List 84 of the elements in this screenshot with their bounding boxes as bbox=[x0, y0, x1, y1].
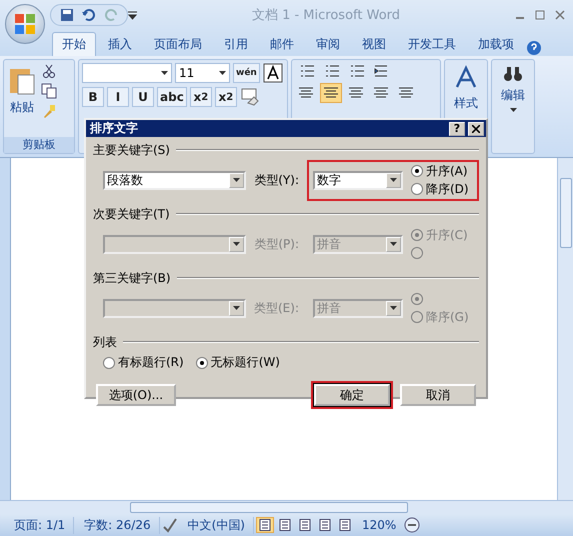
help-icon[interactable] bbox=[526, 40, 542, 56]
radio-label[interactable]: 有标题行(R) bbox=[118, 354, 184, 371]
customize-icon[interactable] bbox=[128, 10, 137, 20]
zoom-out-icon[interactable] bbox=[404, 517, 420, 533]
ribbon-tab[interactable]: 加载项 bbox=[468, 32, 524, 56]
maximize-icon[interactable] bbox=[535, 10, 545, 20]
format-button[interactable]: abc bbox=[157, 87, 187, 107]
caret-icon[interactable] bbox=[233, 178, 240, 182]
align-icon[interactable] bbox=[324, 87, 338, 99]
caret-icon[interactable] bbox=[161, 71, 168, 75]
font-size-field[interactable]: 11 bbox=[175, 63, 230, 83]
binoculars-icon[interactable] bbox=[503, 65, 523, 83]
radio-button[interactable] bbox=[411, 183, 423, 195]
section-label: 次要关键字(T) bbox=[93, 206, 170, 222]
caret-icon[interactable] bbox=[233, 242, 240, 246]
dialog-button[interactable]: 取消 bbox=[400, 384, 476, 406]
phonetic-guide-button[interactable]: wén bbox=[233, 63, 260, 83]
status-text: 字数: 26/26 bbox=[76, 516, 160, 534]
radio-label[interactable]: 升序(A) bbox=[426, 162, 468, 180]
save-icon[interactable] bbox=[59, 7, 75, 23]
page-icon[interactable] bbox=[319, 519, 331, 531]
type-label: 类型(Y): bbox=[254, 172, 299, 188]
radio-label[interactable]: 降序(D) bbox=[426, 180, 469, 198]
type-label: 类型(P): bbox=[254, 236, 299, 252]
zoom-level[interactable]: 120% bbox=[356, 518, 402, 532]
vertical-scrollbar[interactable] bbox=[557, 158, 573, 500]
align-button[interactable] bbox=[320, 83, 342, 103]
type-label: 类型(E): bbox=[254, 300, 299, 316]
format-button[interactable]: I bbox=[107, 87, 129, 107]
font-name-field[interactable] bbox=[82, 63, 172, 83]
ribbon-tab[interactable]: 邮件 bbox=[260, 32, 304, 56]
ribbon-tab[interactable]: 开发工具 bbox=[398, 32, 466, 56]
close-button[interactable] bbox=[468, 122, 484, 136]
copy-icon[interactable] bbox=[41, 83, 57, 99]
status-text: 页面: 1/1 bbox=[6, 516, 74, 534]
view-button[interactable] bbox=[256, 517, 274, 533]
caret-icon[interactable] bbox=[219, 71, 226, 75]
horizontal-scrollbar[interactable] bbox=[0, 500, 573, 514]
radio-button[interactable] bbox=[411, 165, 423, 177]
help-button[interactable]: ? bbox=[449, 122, 465, 136]
ribbon-tab[interactable]: 引用 bbox=[214, 32, 258, 56]
caret-icon[interactable] bbox=[233, 306, 240, 310]
dialog-title: 排序文字 bbox=[90, 120, 138, 137]
sort-by-field[interactable] bbox=[103, 234, 246, 254]
align-icon[interactable] bbox=[349, 87, 363, 99]
office-button[interactable] bbox=[5, 4, 45, 44]
align-icon[interactable] bbox=[299, 87, 313, 99]
radio-label[interactable]: 无标题行(W) bbox=[210, 354, 280, 371]
align-icon[interactable] bbox=[399, 87, 413, 99]
format-button[interactable]: B bbox=[82, 87, 104, 107]
undo-icon[interactable] bbox=[81, 7, 97, 23]
align-icon[interactable] bbox=[374, 87, 388, 99]
ribbon-tab[interactable]: 开始 bbox=[52, 32, 96, 56]
page-icon[interactable] bbox=[299, 519, 311, 531]
character-border-icon[interactable] bbox=[262, 63, 283, 83]
ribbon-tab[interactable]: 视图 bbox=[352, 32, 396, 56]
sort-by-field[interactable] bbox=[103, 298, 246, 318]
type-field[interactable]: 数字 bbox=[313, 170, 403, 190]
window-title: 文档 1 - Microsoft Word bbox=[250, 7, 402, 24]
radio-button[interactable] bbox=[196, 356, 208, 368]
sort-by-field[interactable]: 段落数 bbox=[103, 170, 246, 190]
eraser-icon[interactable] bbox=[240, 87, 260, 107]
radio-button[interactable] bbox=[103, 356, 115, 368]
page-icon[interactable] bbox=[259, 519, 271, 531]
ribbon-tab[interactable]: 页面布局 bbox=[144, 32, 212, 56]
ribbon-tab[interactable]: 审阅 bbox=[306, 32, 350, 56]
group-label: 剪贴板 bbox=[4, 137, 74, 153]
section-label: 主要关键字(S) bbox=[93, 142, 170, 158]
office-logo[interactable] bbox=[13, 12, 37, 36]
dialog-button[interactable]: 确定 bbox=[314, 384, 390, 406]
page-icon[interactable] bbox=[279, 519, 291, 531]
language-status[interactable]: 中文(中国) bbox=[180, 516, 254, 534]
section-label: 第三关键字(B) bbox=[93, 270, 171, 286]
proofing-icon[interactable] bbox=[162, 517, 178, 533]
close-icon[interactable] bbox=[472, 124, 480, 132]
caret-icon[interactable] bbox=[390, 178, 397, 182]
scissors-icon[interactable] bbox=[41, 63, 57, 79]
paste-button[interactable]: 粘贴 bbox=[7, 63, 37, 134]
section-label: 列表 bbox=[93, 334, 117, 350]
format-button[interactable]: U bbox=[132, 87, 154, 107]
caret-icon[interactable] bbox=[510, 108, 516, 112]
ribbon-tab[interactable]: 插入 bbox=[98, 32, 142, 56]
dialog-button[interactable]: 选项(O)... bbox=[96, 384, 176, 406]
page-icon[interactable] bbox=[339, 519, 351, 531]
